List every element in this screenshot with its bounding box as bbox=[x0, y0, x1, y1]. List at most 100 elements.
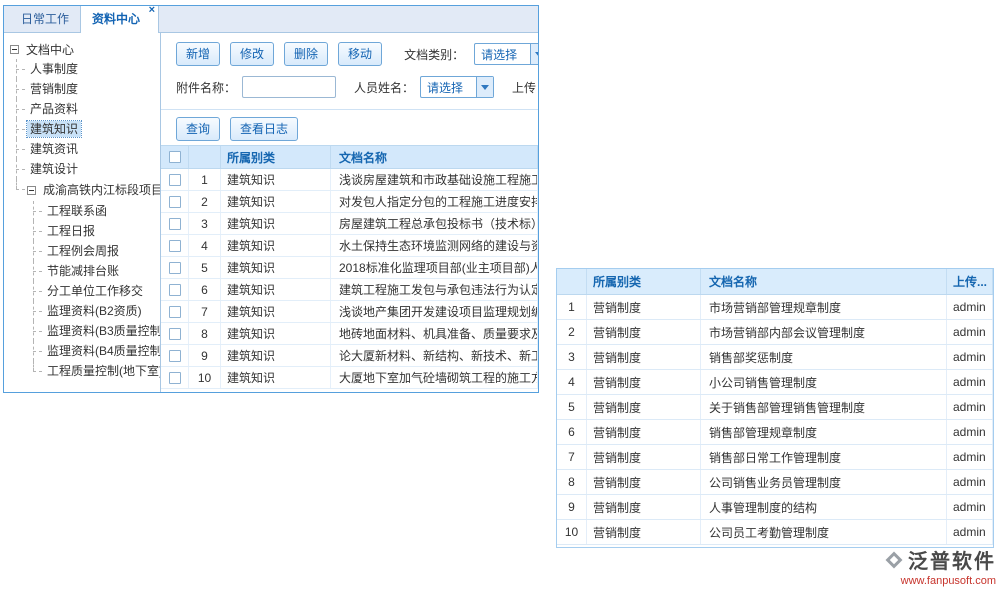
tree-item: 营销制度 bbox=[14, 79, 158, 99]
tree-item-label[interactable]: 工程日报 bbox=[44, 223, 98, 239]
query-button[interactable]: 查询 bbox=[176, 117, 220, 141]
row-checkbox[interactable] bbox=[169, 284, 181, 296]
document-row[interactable]: 4 建筑知识 水土保持生态环境监测网络的建设与资... bbox=[161, 235, 538, 257]
document-row[interactable]: 4 营销制度 小公司销售管理制度 admin bbox=[557, 370, 993, 395]
row-doc-name: 2018标准化监理项目部(业主项目部)人员... bbox=[331, 257, 538, 278]
row-doc-name: 地砖地面材料、机具准备、质量要求及... bbox=[331, 323, 538, 344]
tab-data-center[interactable]: 资料中心 × bbox=[80, 5, 159, 33]
checkbox-cell bbox=[161, 191, 189, 212]
row-number: 7 bbox=[557, 445, 587, 469]
document-row[interactable]: 5 营销制度 关于销售部管理销售管理制度 admin bbox=[557, 395, 993, 420]
row-uploader: admin bbox=[947, 345, 993, 369]
collapse-icon[interactable] bbox=[27, 186, 36, 195]
row-checkbox[interactable] bbox=[169, 174, 181, 186]
attachment-label: 附件名称： bbox=[176, 79, 236, 96]
add-button[interactable]: 新增 bbox=[176, 42, 220, 66]
fanpu-logo: 泛普软件 www.fanpusoft.com bbox=[866, 545, 996, 587]
row-category: 建筑知识 bbox=[221, 169, 331, 190]
row-doc-name: 小公司销售管理制度 bbox=[701, 370, 947, 394]
row-doc-name: 浅谈地产集团开发建设项目监理规划编... bbox=[331, 301, 538, 322]
document-row[interactable]: 9 建筑知识 论大厦新材料、新结构、新技术、新工... bbox=[161, 345, 538, 367]
documents-table: 所属别类 文档名称 1 建筑知识 浅谈房屋建筑和市政基础设施工程施工... 2 … bbox=[161, 145, 538, 392]
tree-item: 工程日报 bbox=[31, 221, 158, 241]
tree-item-label[interactable]: 建筑资讯 bbox=[27, 141, 81, 157]
row-checkbox[interactable] bbox=[169, 196, 181, 208]
document-row[interactable]: 5 建筑知识 2018标准化监理项目部(业主项目部)人员... bbox=[161, 257, 538, 279]
checkbox-cell bbox=[161, 235, 189, 256]
document-row[interactable]: 3 营销制度 销售部奖惩制度 admin bbox=[557, 345, 993, 370]
tree-item-label[interactable]: 人事制度 bbox=[27, 61, 81, 77]
row-doc-name: 公司员工考勤管理制度 bbox=[701, 520, 947, 544]
tree-item-label[interactable]: 监理资料(B3质量控制) bbox=[44, 323, 161, 339]
dropdown-value: 请选择 bbox=[475, 46, 517, 63]
tree-item-label[interactable]: 产品资料 bbox=[27, 101, 81, 117]
column-header-name[interactable]: 文档名称 bbox=[701, 269, 947, 294]
tree-item-label[interactable]: 成渝高铁内江标段项目 bbox=[40, 179, 161, 201]
dropdown-button[interactable] bbox=[530, 44, 539, 64]
modify-button[interactable]: 修改 bbox=[230, 42, 274, 66]
tree-root[interactable]: 文档中心 bbox=[10, 39, 158, 59]
tree-item-label[interactable]: 建筑设计 bbox=[27, 161, 81, 177]
select-all-checkbox[interactable] bbox=[169, 151, 181, 163]
tree-item: 监理资料(B2资质) bbox=[31, 301, 158, 321]
document-row[interactable]: 9 营销制度 人事管理制度的结构 admin bbox=[557, 495, 993, 520]
tree-item-label[interactable]: 监理资料(B2资质) bbox=[44, 303, 145, 319]
column-header-category[interactable]: 所属别类 bbox=[221, 146, 331, 168]
close-icon[interactable]: × bbox=[149, 5, 155, 16]
row-checkbox[interactable] bbox=[169, 240, 181, 252]
document-row[interactable]: 2 建筑知识 对发包人指定分包的工程施工进度安排... bbox=[161, 191, 538, 213]
tree-item: 建筑设计 bbox=[14, 159, 158, 179]
tree-item-label[interactable]: 节能减排台账 bbox=[44, 263, 122, 279]
column-header-category[interactable]: 所属别类 bbox=[587, 269, 701, 294]
row-category: 营销制度 bbox=[587, 295, 701, 319]
checkbox-cell bbox=[161, 279, 189, 300]
row-checkbox[interactable] bbox=[169, 328, 181, 340]
tree-item-label[interactable]: 监理资料(B4质量控制) bbox=[44, 343, 161, 359]
row-category: 营销制度 bbox=[587, 470, 701, 494]
row-number: 2 bbox=[557, 320, 587, 344]
document-row[interactable]: 3 建筑知识 房屋建筑工程总承包投标书（技术标）... bbox=[161, 213, 538, 235]
column-header-name[interactable]: 文档名称 bbox=[331, 146, 538, 168]
row-category: 营销制度 bbox=[587, 345, 701, 369]
document-row[interactable]: 1 营销制度 市场营销部管理规章制度 admin bbox=[557, 295, 993, 320]
collapse-icon[interactable] bbox=[10, 45, 19, 54]
document-row[interactable]: 10 建筑知识 大厦地下室加气砼墙砌筑工程的施工方... bbox=[161, 367, 538, 389]
tree-item-label[interactable]: 营销制度 bbox=[27, 81, 81, 97]
document-row[interactable]: 6 营销制度 销售部管理规章制度 admin bbox=[557, 420, 993, 445]
tree-item-label[interactable]: 分工单位工作移交 bbox=[44, 283, 146, 299]
tree-item-label[interactable]: 建筑知识 bbox=[27, 121, 81, 137]
document-row[interactable]: 8 建筑知识 地砖地面材料、机具准备、质量要求及... bbox=[161, 323, 538, 345]
category-label: 文档类别： bbox=[404, 46, 464, 63]
table-header-row: 所属别类 文档名称 bbox=[161, 145, 538, 169]
tree-item-project: 成渝高铁内江标段项目 工程联系函 工程日报 工程例会周报 节能减排台账 分工单位… bbox=[14, 179, 158, 381]
document-row[interactable]: 1 建筑知识 浅谈房屋建筑和市政基础设施工程施工... bbox=[161, 169, 538, 191]
move-button[interactable]: 移动 bbox=[338, 42, 382, 66]
view-log-button[interactable]: 查看日志 bbox=[230, 117, 298, 141]
checkbox-cell bbox=[161, 169, 189, 190]
row-doc-name: 房屋建筑工程总承包投标书（技术标）... bbox=[331, 213, 538, 234]
document-row[interactable]: 7 营销制度 销售部日常工作管理制度 admin bbox=[557, 445, 993, 470]
category-dropdown[interactable]: 请选择 bbox=[474, 43, 539, 65]
document-row[interactable]: 6 建筑知识 建筑工程施工发包与承包违法行为认定... bbox=[161, 279, 538, 301]
row-checkbox[interactable] bbox=[169, 262, 181, 274]
dropdown-button[interactable] bbox=[476, 77, 493, 97]
document-row[interactable]: 8 营销制度 公司销售业务员管理制度 admin bbox=[557, 470, 993, 495]
row-uploader: admin bbox=[947, 395, 993, 419]
tab-daily-work[interactable]: 日常工作 bbox=[10, 5, 80, 32]
tree-item-label[interactable]: 工程联系函 bbox=[44, 203, 110, 219]
tree-item-label[interactable]: 工程例会周报 bbox=[44, 243, 122, 259]
row-category: 营销制度 bbox=[587, 395, 701, 419]
row-checkbox[interactable] bbox=[169, 372, 181, 384]
document-row[interactable]: 7 建筑知识 浅谈地产集团开发建设项目监理规划编... bbox=[161, 301, 538, 323]
delete-button[interactable]: 删除 bbox=[284, 42, 328, 66]
tree-root-label[interactable]: 文档中心 bbox=[23, 40, 77, 59]
tree-item-label[interactable]: 工程质量控制(地下室) bbox=[44, 363, 161, 379]
document-row[interactable]: 10 营销制度 公司员工考勤管理制度 admin bbox=[557, 520, 993, 545]
row-checkbox[interactable] bbox=[169, 350, 181, 362]
document-row[interactable]: 2 营销制度 市场营销部内部会议管理制度 admin bbox=[557, 320, 993, 345]
row-checkbox[interactable] bbox=[169, 306, 181, 318]
column-header-uploader[interactable]: 上传... bbox=[947, 269, 993, 294]
attachment-input[interactable] bbox=[242, 76, 336, 98]
row-checkbox[interactable] bbox=[169, 218, 181, 230]
person-dropdown[interactable]: 请选择 bbox=[420, 76, 494, 98]
